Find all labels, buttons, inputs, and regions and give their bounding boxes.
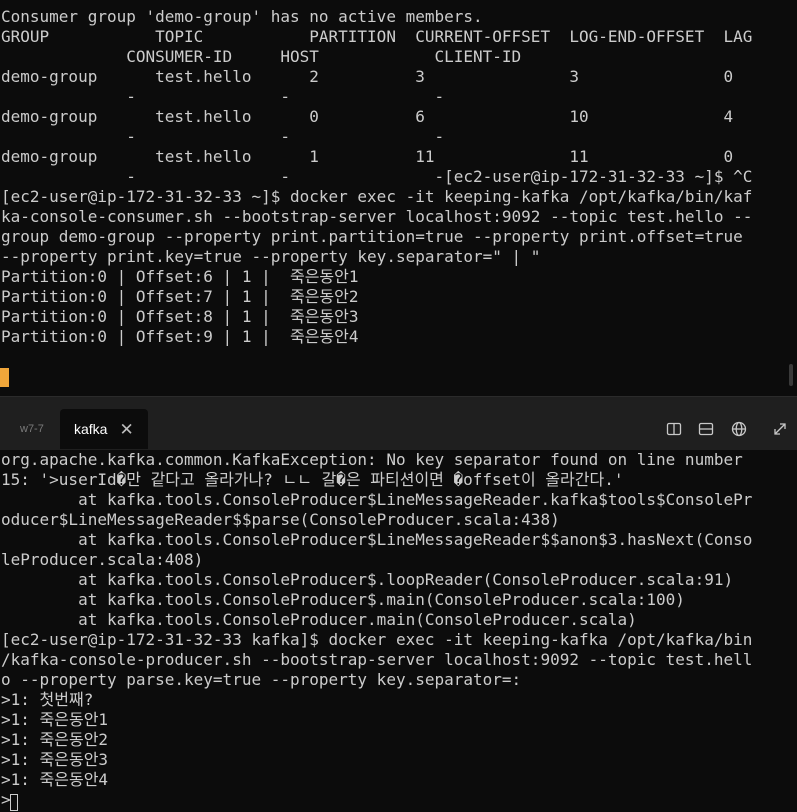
bottom-terminal-pane[interactable]: org.apache.kafka.common.KafkaException: …: [0, 450, 797, 812]
tab-bar: w7-7 kafka ✕: [0, 396, 797, 450]
terminal-line: [ec2-user@ip-172-31-32-33 kafka]$ docker…: [1, 630, 753, 649]
close-icon[interactable]: ✕: [119, 421, 133, 438]
split-horizontal-icon[interactable]: [696, 419, 716, 439]
terminal-line: >1: 첫번째?: [1, 690, 94, 709]
terminal-line: Consumer group 'demo-group' has no activ…: [1, 7, 483, 26]
terminal-line: GROUP TOPIC PARTITION CURRENT-OFFSET LOG…: [1, 27, 753, 46]
terminal-line: Partition:0 | Offset:8 | 1 | 죽은동안3: [1, 307, 359, 326]
terminal-line: /kafka-console-producer.sh --bootstrap-s…: [1, 650, 753, 669]
terminal-line: demo-group test.hello 1 11 11 0: [1, 147, 734, 166]
terminal-line: ka-console-consumer.sh --bootstrap-serve…: [1, 207, 753, 226]
terminal-line: leProducer.scala:408): [1, 550, 204, 569]
terminal-line: group demo-group --property print.partit…: [1, 227, 743, 246]
scrollbar-thumb[interactable]: [789, 364, 793, 386]
top-terminal-output[interactable]: Consumer group 'demo-group' has no activ…: [0, 7, 797, 347]
terminal-line: at kafka.tools.ConsoleProducer$LineMessa…: [1, 490, 753, 509]
terminal-line: [ec2-user@ip-172-31-32-33 ~]$ docker exe…: [1, 187, 753, 206]
terminal-line: 15: '>userId�만 같다고 올라가나? ㄴㄴ 갈�은 파티션이면 �o…: [1, 470, 624, 489]
terminal-cursor: [10, 794, 18, 811]
terminal-line: Partition:0 | Offset:9 | 1 | 죽은동안4: [1, 327, 359, 346]
terminal-line: >1: 죽은동안2: [1, 730, 109, 749]
terminal-line: org.apache.kafka.common.KafkaException: …: [1, 450, 743, 469]
split-vertical-icon[interactable]: [664, 419, 684, 439]
terminal-line: at kafka.tools.ConsoleProducer$.main(Con…: [1, 590, 685, 609]
terminal-line: >1: 죽은동안1: [1, 710, 109, 729]
top-terminal-pane[interactable]: Consumer group 'demo-group' has no activ…: [0, 0, 797, 396]
terminal-line: at kafka.tools.ConsoleProducer$.loopRead…: [1, 570, 734, 589]
terminal-line: oducer$LineMessageReader$$parse(ConsoleP…: [1, 510, 560, 529]
terminal-line: - - -[ec2-user@ip-172-31-32-33 ~]$ ^C: [1, 167, 753, 186]
tab-kafka[interactable]: kafka ✕: [60, 409, 148, 449]
terminal-line: >1: 죽은동안4: [1, 770, 109, 789]
terminal-line: demo-group test.hello 0 6 10 4: [1, 107, 734, 126]
terminal-line: >1: 죽은동안3: [1, 750, 109, 769]
terminal-line: demo-group test.hello 2 3 3 0: [1, 67, 734, 86]
terminal-line: Partition:0 | Offset:7 | 1 | 죽은동안2: [1, 287, 359, 306]
terminal-line: Partition:0 | Offset:6 | 1 | 죽은동안1: [1, 267, 359, 286]
tab-w7-7[interactable]: w7-7: [0, 409, 60, 449]
globe-icon[interactable]: [729, 419, 749, 439]
terminal-line: o --property parse.key=true --property k…: [1, 670, 522, 689]
terminal-line: at kafka.tools.ConsoleProducer$LineMessa…: [1, 530, 753, 549]
terminal-line: - - -: [1, 87, 445, 106]
bottom-terminal-output[interactable]: org.apache.kafka.common.KafkaException: …: [0, 450, 797, 810]
terminal-line: CONSUMER-ID HOST CLIENT-ID: [1, 47, 522, 66]
tab-label: kafka: [74, 421, 108, 437]
expand-icon[interactable]: [770, 419, 790, 439]
terminal-cursor: [0, 368, 9, 387]
tab-label: w7-7: [20, 423, 44, 435]
terminal-line: at kafka.tools.ConsoleProducer.main(Cons…: [1, 610, 637, 629]
terminal-line: - - -: [1, 127, 445, 146]
terminal-line: >: [1, 790, 11, 809]
terminal-line: --property print.key=true --property key…: [1, 247, 541, 266]
